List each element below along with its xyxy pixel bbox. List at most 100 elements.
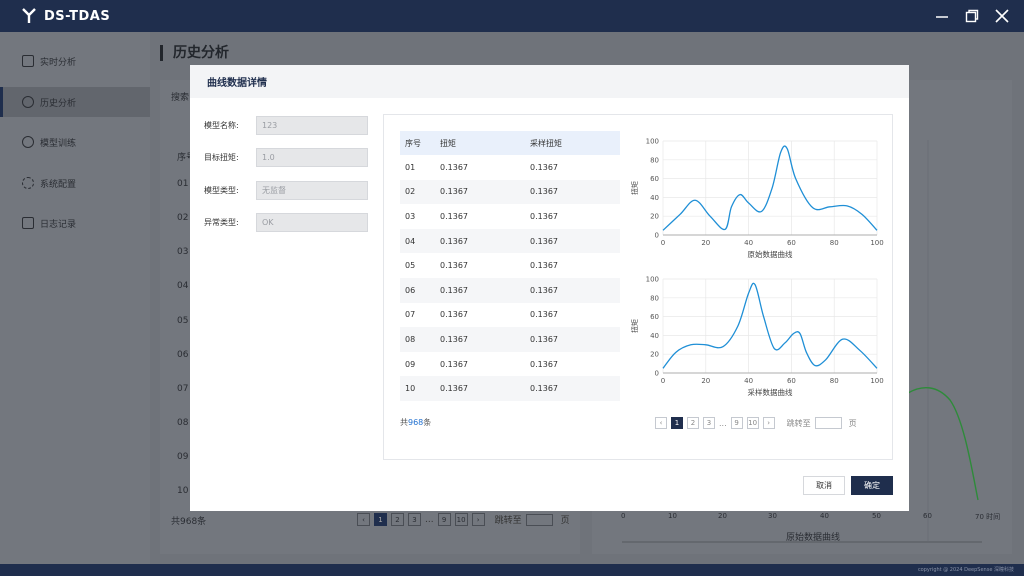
table-row: 07	[177, 384, 189, 394]
total-count: 共968条	[400, 418, 432, 427]
prev-page-button[interactable]: ‹	[357, 513, 370, 526]
row-sampled-torque: 0.1367	[530, 162, 558, 172]
jump-page-input[interactable]	[525, 513, 553, 526]
curve-data-panel: 序号 扭矩 采样扭矩 01 0.1367 0.1367 02 0.1367 0.1367 0…	[383, 114, 893, 460]
row-torque: 0.1367	[440, 162, 468, 172]
row-index: 04	[405, 236, 416, 246]
page-button[interactable]: 9	[437, 513, 451, 526]
total-count: 共968条	[171, 517, 207, 527]
page-button[interactable]: 2	[687, 417, 699, 429]
row-index: 02	[405, 187, 416, 197]
y-axis-title: 扭矩	[630, 181, 639, 195]
series-line	[662, 145, 878, 231]
model-name-label: 模型名称:	[204, 120, 239, 130]
row-torque: 0.1367	[440, 236, 468, 246]
total-number: 968	[408, 418, 424, 427]
page-button[interactable]: 3	[703, 417, 715, 429]
dialog-title: 曲线数据详情	[190, 65, 909, 98]
table-row: 01	[177, 179, 189, 189]
page-button[interactable]: 10	[746, 417, 759, 429]
row-sampled-torque: 0.1367	[530, 359, 558, 369]
sidebar-item-label: 实时分析	[40, 57, 77, 68]
page-title: 历史分析	[160, 45, 229, 61]
table-row: 04 0.1367 0.1367	[400, 228, 620, 254]
x-tick-label: 0	[661, 377, 665, 385]
x-tick: 40	[820, 512, 829, 520]
model-type-label: 模型类型:	[204, 185, 239, 195]
row-sampled-torque: 0.1367	[530, 261, 558, 271]
page-button[interactable]: 2	[391, 513, 404, 526]
x-axis-title: 采样数据曲线	[748, 387, 793, 397]
row-sampled-torque: 0.1367	[530, 334, 558, 344]
model-info-form: 模型名称: 123 目标扭矩: 1.0 模型类型: 无监督 异常类型: OK	[204, 115, 374, 245]
sidebar-item-training[interactable]: 模型训练	[0, 127, 150, 157]
row-sampled-torque: 0.1367	[530, 310, 558, 320]
series-line	[662, 282, 878, 369]
raw-curve-svg: 0 20 40 60 80 100 0 20 40 60 80 100 原始数据曲线 扭矩	[630, 138, 884, 260]
close-button[interactable]	[994, 8, 1010, 24]
jump-page-input[interactable]	[814, 417, 842, 429]
x-tick-label: 0	[661, 239, 665, 247]
log-icon	[22, 217, 34, 229]
minimize-icon	[936, 16, 948, 18]
row-sampled-torque: 0.1367	[530, 236, 558, 246]
y-tick-label: 40	[650, 332, 659, 340]
monitor-icon	[22, 55, 34, 67]
page-button[interactable]: 10	[454, 513, 468, 526]
row-index: 10	[405, 384, 416, 394]
raw-curve-chart: 0 20 40 60 80 100 0 20 40 60 80 100 原始数据曲线 扭矩	[629, 127, 889, 270]
y-tick-label: 60	[650, 175, 659, 183]
clock-icon	[22, 96, 34, 108]
table-row: 10 0.1367 0.1367	[400, 376, 620, 401]
sidebar-item-label: 模型训练	[40, 138, 77, 149]
jump-label: 跳转至	[786, 418, 811, 428]
sidebar-item-history[interactable]: 历史分析	[0, 87, 150, 117]
cancel-button[interactable]: 取消	[803, 476, 845, 495]
x-tick-label: 20	[701, 239, 710, 247]
next-page-button[interactable]: ›	[762, 417, 775, 429]
x-tick-label: 40	[744, 377, 753, 385]
model-name-field: 123	[256, 115, 368, 135]
sampled-curve-svg: 0 20 40 60 80 100 0 20 40 60 80 100 采样数据曲线 扭矩	[630, 276, 884, 398]
app-logo: DS-TDAS	[22, 8, 110, 24]
row-torque: 0.1367	[440, 310, 468, 320]
page-button[interactable]: 1	[374, 513, 387, 526]
copyright: copyright @ 2024 DeepSense 深瞳科技	[917, 567, 1014, 573]
footer: copyright @ 2024 DeepSense 深瞳科技	[0, 564, 1024, 576]
row-index: 05	[405, 261, 416, 271]
sidebar-item-label: 日志记录	[40, 219, 77, 230]
page-button[interactable]: 9	[730, 417, 743, 429]
sidebar-item-config[interactable]: 系统配置	[0, 168, 150, 198]
curve-data-table: 序号 扭矩 采样扭矩 01 0.1367 0.1367 02 0.1367 0.1367 0…	[400, 131, 620, 401]
prev-page-button[interactable]: ‹	[655, 417, 667, 429]
maximize-button[interactable]	[964, 8, 980, 24]
row-index: 09	[405, 359, 416, 369]
row-index: 03	[405, 211, 416, 221]
table-row: 03	[177, 247, 189, 257]
sidebar-item-log[interactable]: 日志记录	[0, 208, 150, 238]
x-tick-label: 60	[787, 239, 796, 247]
sidebar-item-label: 系统配置	[40, 179, 77, 190]
sidebar-item-label: 历史分析	[40, 98, 77, 109]
page-button[interactable]: 3	[408, 513, 421, 526]
model-type-field: 无监督	[256, 180, 368, 200]
page-button[interactable]: 1	[671, 417, 683, 429]
background-series-line	[907, 387, 979, 501]
table-row: 07 0.1367 0.1367	[400, 303, 620, 328]
row-torque: 0.1367	[440, 211, 468, 221]
x-tick-label: 60	[787, 377, 796, 385]
table-header-row: 序号 扭矩 采样扭矩	[400, 131, 620, 155]
x-axis-title: 原始数据曲线	[748, 249, 793, 259]
jump-label: 跳转至	[494, 516, 522, 526]
confirm-button[interactable]: 确定	[851, 476, 893, 495]
next-page-button[interactable]: ›	[471, 513, 485, 526]
row-torque: 0.1367	[440, 285, 468, 295]
sidebar-item-realtime[interactable]: 实时分析	[0, 46, 150, 76]
table-row: 02	[177, 213, 189, 223]
y-tick-label: 80	[650, 294, 659, 302]
target-torque-field: 1.0	[256, 148, 368, 167]
y-tick-label: 0	[655, 232, 659, 240]
minimize-button[interactable]	[934, 8, 950, 24]
row-torque: 0.1367	[440, 187, 468, 197]
x-tick: 20	[718, 512, 727, 520]
